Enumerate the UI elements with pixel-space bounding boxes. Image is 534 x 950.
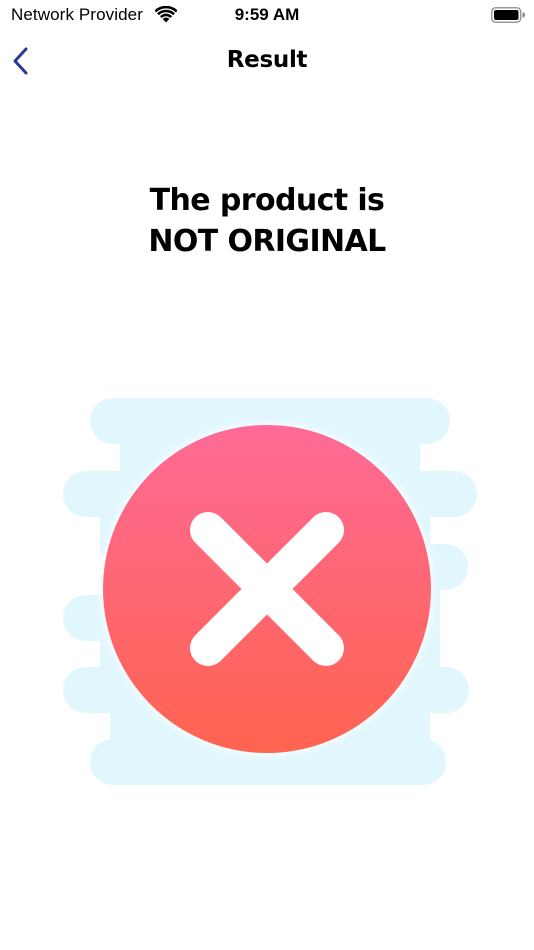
- result-line-2: NOT ORIGINAL: [148, 224, 386, 259]
- status-bar: Network Provider 9:59 AM: [0, 0, 534, 32]
- battery-icon: [491, 7, 525, 23]
- x-circle-icon: [63, 398, 477, 785]
- result-headline: The product is NOT ORIGINAL: [0, 180, 534, 262]
- status-time: 9:59 AM: [234, 5, 300, 24]
- page-title: Result: [226, 47, 308, 73]
- navigation-bar: Result: [0, 32, 534, 88]
- result-line-1: The product is: [149, 183, 385, 218]
